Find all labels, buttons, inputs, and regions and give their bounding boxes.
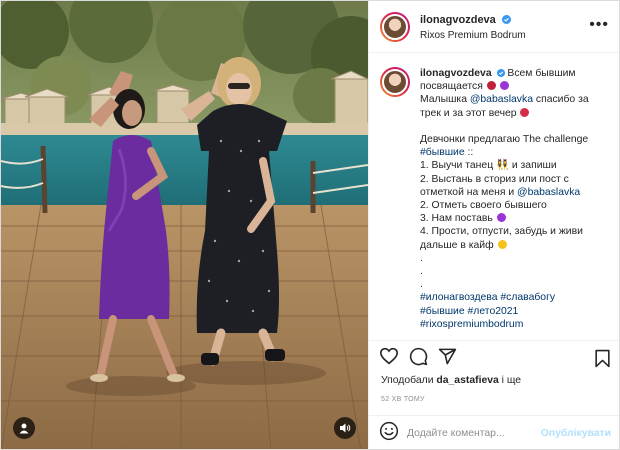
purple-heart-emoji-icon [496,213,506,223]
liked-by-user-link[interactable]: da_astafieva [436,375,498,386]
caption-line: 2. Отметь своего бывшего [420,200,547,212]
share-button[interactable] [438,347,457,371]
user-icon [19,423,29,434]
more-options-button[interactable]: ••• [589,17,609,33]
post-actions [369,340,619,376]
speaker-icon [340,423,351,433]
save-button[interactable] [594,349,611,373]
caption-line: 4. Прости, отпусти, забудь и живи [420,226,583,238]
bookmark-icon [595,349,610,368]
devil-emoji-icon [486,81,496,91]
comment-button[interactable] [409,347,428,371]
heart-icon [379,347,399,365]
post-header: ilonagvozdeva Rixos Premium Bodrum ••• [369,1,619,53]
lips-emoji-icon [520,107,530,117]
caption-author-avatar[interactable] [380,67,410,97]
emoji-picker-button[interactable] [379,421,399,446]
hashtag-link[interactable]: #бывшие [420,147,465,158]
hashtag-link[interactable]: #бывшие #лето2021 [420,305,609,318]
likes-summary: Уподобали da_astafieva і ще [381,375,521,386]
comment-input[interactable] [407,428,535,439]
caption-line: . [420,266,423,278]
caption-line: спасибо за [532,94,589,106]
hashtag-link[interactable]: #илонагвоздева #славабогу [420,291,609,304]
caption-line: :: [464,147,474,159]
smiley-icon [379,421,399,441]
author-username[interactable]: ilonagvozdeva [420,14,496,26]
add-comment-bar: Опублікувати [369,415,619,449]
verified-badge-icon [502,14,512,24]
caption-line: . [420,252,423,264]
author-avatar[interactable] [380,11,410,42]
video-frame-illustration [1,1,368,449]
sound-toggle-button[interactable] [334,417,356,439]
likes-prefix: Уподобали [381,375,437,386]
comment-icon [409,347,428,365]
mention-link[interactable]: @babaslavka [517,187,580,198]
caption-line: 1. Выучи танец 👯‍♀️ и запиши [420,160,557,172]
verified-badge-icon [496,69,505,77]
caption-line: 3. Нам поставь [420,213,493,225]
caption-text: ilonagvozdeva Всем бывшим посвящается Ма… [420,67,609,331]
purple-heart-emoji-icon [499,81,509,91]
caption-author-username[interactable]: ilonagvozdeva [420,68,492,79]
hashtag-link[interactable]: #rixospremiumbodrum [420,318,609,331]
like-button[interactable] [379,347,399,370]
smile-emoji-icon [497,239,507,249]
post-dialog: ilonagvozdeva Rixos Premium Bodrum ••• i… [0,0,620,450]
more-dots-icon: ••• [589,16,609,33]
caption-line: дальше в кайф [420,239,494,251]
likes-suffix[interactable]: і ще [499,375,521,386]
post-timestamp[interactable]: 52 ХВ ТОМУ [381,396,425,403]
caption-line: Малышка [420,94,470,106]
publish-comment-button[interactable]: Опублікувати [541,428,611,439]
post-video[interactable] [1,1,368,449]
caption-line: трек и за этот вечер [420,107,517,119]
post-location[interactable]: Rixos Premium Bodrum [420,28,526,43]
tagged-users-button[interactable] [13,417,35,439]
mention-link[interactable]: @babaslavka [470,94,533,105]
post-side-panel: ilonagvozdeva Rixos Premium Bodrum ••• i… [368,1,619,449]
caption-line: . [420,279,423,291]
share-icon [438,348,457,364]
caption-line: Девчонки предлагаю The challenge [420,134,589,146]
post-caption: ilonagvozdeva Всем бывшим посвящается Ма… [369,53,619,340]
caption-line: отметкой на меня и [420,186,518,198]
caption-line: посвящается [420,81,483,93]
caption-line: Всем бывшим [507,68,576,79]
caption-line: 2. Выстань в сториз или пост с [420,173,569,185]
